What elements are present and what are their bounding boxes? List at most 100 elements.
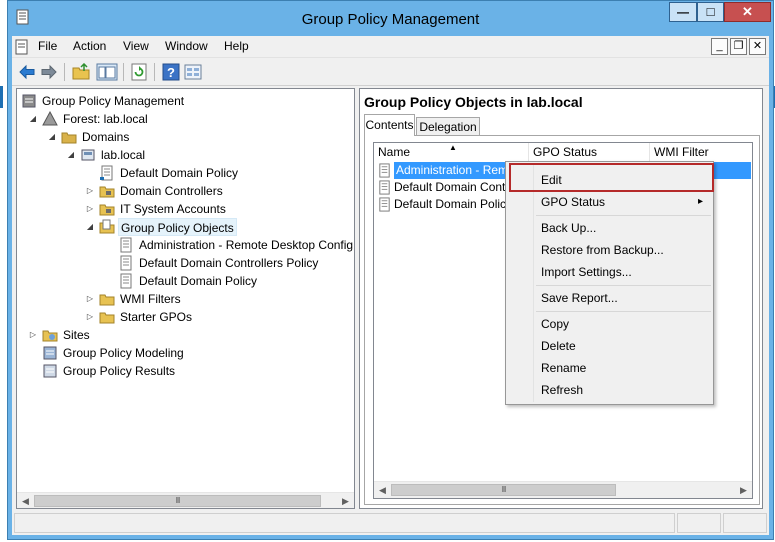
- sites-icon: [42, 330, 58, 342]
- menu-bar: File Action View Window Help _ ❐ ✕: [12, 36, 769, 57]
- collapsed-arrow-icon[interactable]: ▷: [85, 185, 95, 197]
- gpo-icon: [120, 255, 132, 271]
- properties-icon[interactable]: [184, 63, 202, 81]
- scroll-left-icon[interactable]: ◀: [374, 482, 391, 498]
- tree-item[interactable]: ◢ lab.local: [17, 146, 354, 164]
- tree-item[interactable]: ◢ Group Policy Objects: [17, 218, 354, 236]
- tree-item-label: Starter GPOs: [120, 310, 193, 324]
- scrollbar-thumb[interactable]: III: [391, 484, 616, 496]
- tree-item-label: Default Domain Controllers Policy: [139, 256, 319, 270]
- scroll-right-icon[interactable]: ▶: [337, 493, 354, 508]
- tree-item[interactable]: Default Domain Policy: [17, 164, 354, 182]
- menu-separator: [536, 311, 711, 312]
- menu-file[interactable]: File: [32, 36, 63, 57]
- modeling-icon: [43, 346, 57, 360]
- tree-item[interactable]: Group Policy Modeling: [17, 344, 354, 362]
- column-header-gpo-status[interactable]: GPO Status: [529, 143, 650, 161]
- tree-item[interactable]: Default Domain Controllers Policy: [17, 254, 354, 272]
- menu-item-import-settings[interactable]: Import Settings...: [508, 261, 711, 283]
- menu-item-restore-from-backup[interactable]: Restore from Backup...: [508, 239, 711, 261]
- starter-folder-icon: [99, 312, 115, 324]
- tree-item[interactable]: ▷ Domain Controllers: [17, 182, 354, 200]
- column-header-name[interactable]: Name ▲: [374, 143, 529, 161]
- wmi-folder-icon: [99, 294, 115, 306]
- help-icon[interactable]: ?: [162, 63, 180, 81]
- tree-item-label: Sites: [63, 328, 90, 342]
- scroll-left-icon[interactable]: ◀: [17, 493, 34, 508]
- gpo-link-icon: [100, 165, 113, 181]
- expanded-arrow-icon[interactable]: ◢: [28, 113, 38, 125]
- collapsed-arrow-icon[interactable]: ▷: [85, 293, 95, 305]
- show-hide-tree-icon[interactable]: [96, 63, 118, 81]
- menu-item-copy[interactable]: Copy: [508, 313, 711, 335]
- sort-ascending-icon: ▲: [449, 143, 457, 152]
- tree-item[interactable]: ▷ Sites: [17, 326, 354, 344]
- collapsed-arrow-icon[interactable]: ▷: [85, 203, 95, 215]
- list-horizontal-scrollbar[interactable]: ◀ III ▶: [374, 481, 752, 498]
- folder-up-icon[interactable]: [72, 63, 90, 81]
- tree-item[interactable]: ▷ IT System Accounts: [17, 200, 354, 218]
- tree-item-label: Administration - Remote Desktop Config: [139, 238, 354, 252]
- toolbar-separator: [123, 63, 124, 81]
- grip-icon: III: [175, 496, 181, 505]
- console-tree[interactable]: Group Policy Management ◢ Forest: lab.loca…: [16, 88, 355, 509]
- gpm-app-icon[interactable]: [15, 9, 31, 25]
- tab-delegation[interactable]: Delegation: [416, 117, 480, 136]
- menu-item-save-report[interactable]: Save Report...: [508, 287, 711, 309]
- collapsed-arrow-icon[interactable]: ▷: [28, 329, 38, 341]
- status-pane: [677, 513, 721, 533]
- window-title: Group Policy Management: [301, 11, 480, 28]
- title-bar[interactable]: Group Policy Management — □ ✕: [8, 1, 773, 35]
- expanded-arrow-icon[interactable]: ◢: [66, 149, 76, 161]
- status-pane: [723, 513, 767, 533]
- menu-item-label: Restore from Backup...: [541, 243, 664, 257]
- collapsed-arrow-icon[interactable]: ▷: [85, 311, 95, 323]
- mdi-close-button[interactable]: ✕: [749, 38, 766, 55]
- menu-action[interactable]: Action: [67, 36, 112, 57]
- menu-separator: [536, 285, 711, 286]
- tree-item[interactable]: Group Policy Results: [17, 362, 354, 380]
- tree-item[interactable]: ▷ WMI Filters: [17, 290, 354, 308]
- tree-item[interactable]: ◢ Domains: [17, 128, 354, 146]
- background-window-edge: [0, 86, 3, 108]
- scrollbar-thumb[interactable]: III: [34, 495, 321, 507]
- menu-item-refresh[interactable]: Refresh: [508, 379, 711, 401]
- svg-text:?: ?: [167, 65, 175, 80]
- gpo-icon: [120, 237, 132, 253]
- mdi-minimize-button[interactable]: _: [711, 38, 728, 55]
- status-pane: [14, 513, 675, 533]
- mmc-system-icon[interactable]: [14, 39, 30, 55]
- tree-horizontal-scrollbar[interactable]: ◀ III ▶: [17, 492, 354, 508]
- menu-item-rename[interactable]: Rename: [508, 357, 711, 379]
- tree-item[interactable]: Administration - Remote Desktop Config: [17, 236, 354, 254]
- mdi-restore-button[interactable]: ❐: [730, 38, 747, 55]
- tree-item[interactable]: Default Domain Policy: [17, 272, 354, 290]
- gpo-folder-icon: [99, 219, 115, 234]
- column-header-wmi-filter[interactable]: WMI Filter: [650, 143, 752, 161]
- tree-item-label: Group Policy Modeling: [63, 346, 184, 360]
- column-header-label: Name: [378, 145, 411, 159]
- menu-item-label: Save Report...: [541, 291, 618, 305]
- minimize-button[interactable]: —: [669, 2, 697, 22]
- toolbar-separator: [64, 63, 65, 81]
- tree-item[interactable]: ▷ Starter GPOs: [17, 308, 354, 326]
- refresh-icon[interactable]: [130, 63, 148, 81]
- menu-item-delete[interactable]: Delete: [508, 335, 711, 357]
- expanded-arrow-icon[interactable]: ◢: [47, 131, 57, 143]
- scroll-right-icon[interactable]: ▶: [735, 482, 752, 498]
- menu-item-gpo-status[interactable]: GPO Status ▸: [508, 191, 711, 213]
- close-button[interactable]: ✕: [724, 2, 771, 22]
- tab-contents[interactable]: Contents: [364, 114, 415, 136]
- expanded-arrow-icon[interactable]: ◢: [85, 221, 95, 233]
- menu-item-back-up[interactable]: Back Up...: [508, 217, 711, 239]
- maximize-button[interactable]: □: [697, 2, 724, 22]
- tree-item[interactable]: ◢ Forest: lab.local: [17, 110, 354, 128]
- tree-item[interactable]: Group Policy Management: [17, 92, 354, 110]
- forward-arrow-icon[interactable]: [40, 63, 58, 81]
- tree-item-label: WMI Filters: [120, 292, 181, 306]
- back-arrow-icon[interactable]: [18, 63, 36, 81]
- menu-window[interactable]: Window: [159, 36, 214, 57]
- menu-view[interactable]: View: [117, 36, 155, 57]
- menu-help[interactable]: Help: [218, 36, 255, 57]
- status-bar: [12, 511, 769, 535]
